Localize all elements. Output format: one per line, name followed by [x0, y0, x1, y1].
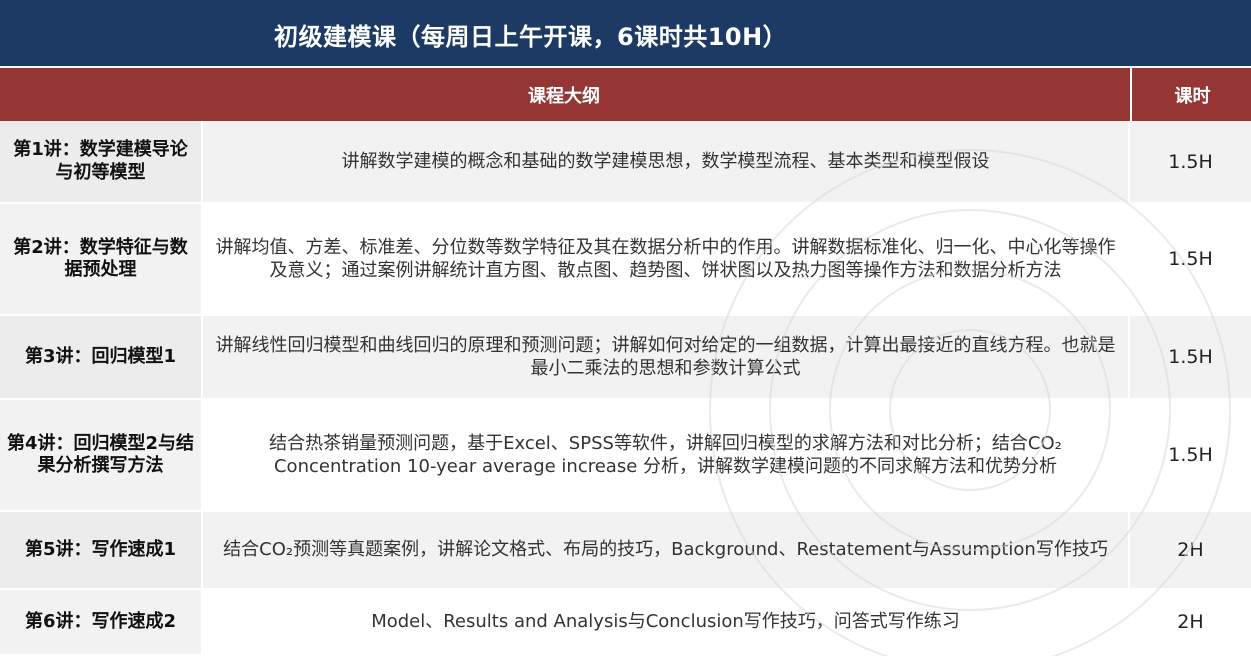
table-row: 第2讲：数学特征与数据预处理 讲解均值、方差、标准差、分位数等数学特征及其在数据…: [0, 204, 1251, 316]
table-header: 课程大纲 课时: [0, 68, 1251, 121]
lecture-title: 第1讲：数学建模导论与初等模型: [0, 121, 203, 202]
lecture-hours: 2H: [1128, 590, 1251, 654]
lecture-hours: 1.5H: [1128, 204, 1251, 314]
lecture-hours: 1.5H: [1128, 400, 1251, 510]
header-hours: 课时: [1130, 68, 1251, 121]
title-bar: 初级建模课（每周日上午开课，6课时共10H）: [0, 0, 1251, 66]
table-row: 第5讲：写作速成1 结合CO₂预测等真题案例，讲解论文格式、布局的技巧，Back…: [0, 512, 1251, 590]
lecture-title: 第4讲：回归模型2与结果分析撰写方法: [0, 400, 203, 510]
lecture-description: 讲解均值、方差、标准差、分位数等数学特征及其在数据分析中的作用。讲解数据标准化、…: [215, 236, 1116, 281]
page-title: 初级建模课（每周日上午开课，6课时共10H）: [274, 23, 788, 51]
lecture-description: 讲解线性回归模型和曲线回归的原理和预测问题；讲解如何对给定的一组数据，计算出最接…: [215, 334, 1116, 379]
lecture-description: 结合热茶销量预测问题，基于Excel、SPSS等软件，讲解回归模型的求解方法和对…: [269, 432, 1062, 477]
lecture-title: 第3讲：回归模型1: [0, 316, 203, 398]
lecture-description: 结合CO₂预测等真题案例，讲解论文格式、布局的技巧，Background、Res…: [223, 539, 1108, 561]
table-row: 第6讲：写作速成2 Model、Results and Analysis与Con…: [0, 590, 1251, 656]
table-row: 第3讲：回归模型1 讲解线性回归模型和曲线回归的原理和预测问题；讲解如何对给定的…: [0, 316, 1251, 400]
lecture-description: 讲解数学建模的概念和基础的数学建模思想，数学模型流程、基本类型和模型假设: [341, 150, 990, 172]
lecture-title: 第6讲：写作速成2: [0, 590, 203, 654]
lecture-description: Model、Results and Analysis与Conclusion写作技…: [371, 611, 960, 633]
lecture-hours: 2H: [1128, 512, 1251, 588]
lecture-hours: 1.5H: [1128, 316, 1251, 398]
table-row: 第4讲：回归模型2与结果分析撰写方法 结合热茶销量预测问题，基于Excel、SP…: [0, 400, 1251, 512]
table-row: 第1讲：数学建模导论与初等模型 讲解数学建模的概念和基础的数学建模思想，数学模型…: [0, 121, 1251, 204]
lecture-title: 第5讲：写作速成1: [0, 512, 203, 588]
lecture-title: 第2讲：数学特征与数据预处理: [0, 204, 203, 314]
header-outline: 课程大纲: [528, 85, 600, 107]
lecture-hours: 1.5H: [1128, 121, 1251, 202]
